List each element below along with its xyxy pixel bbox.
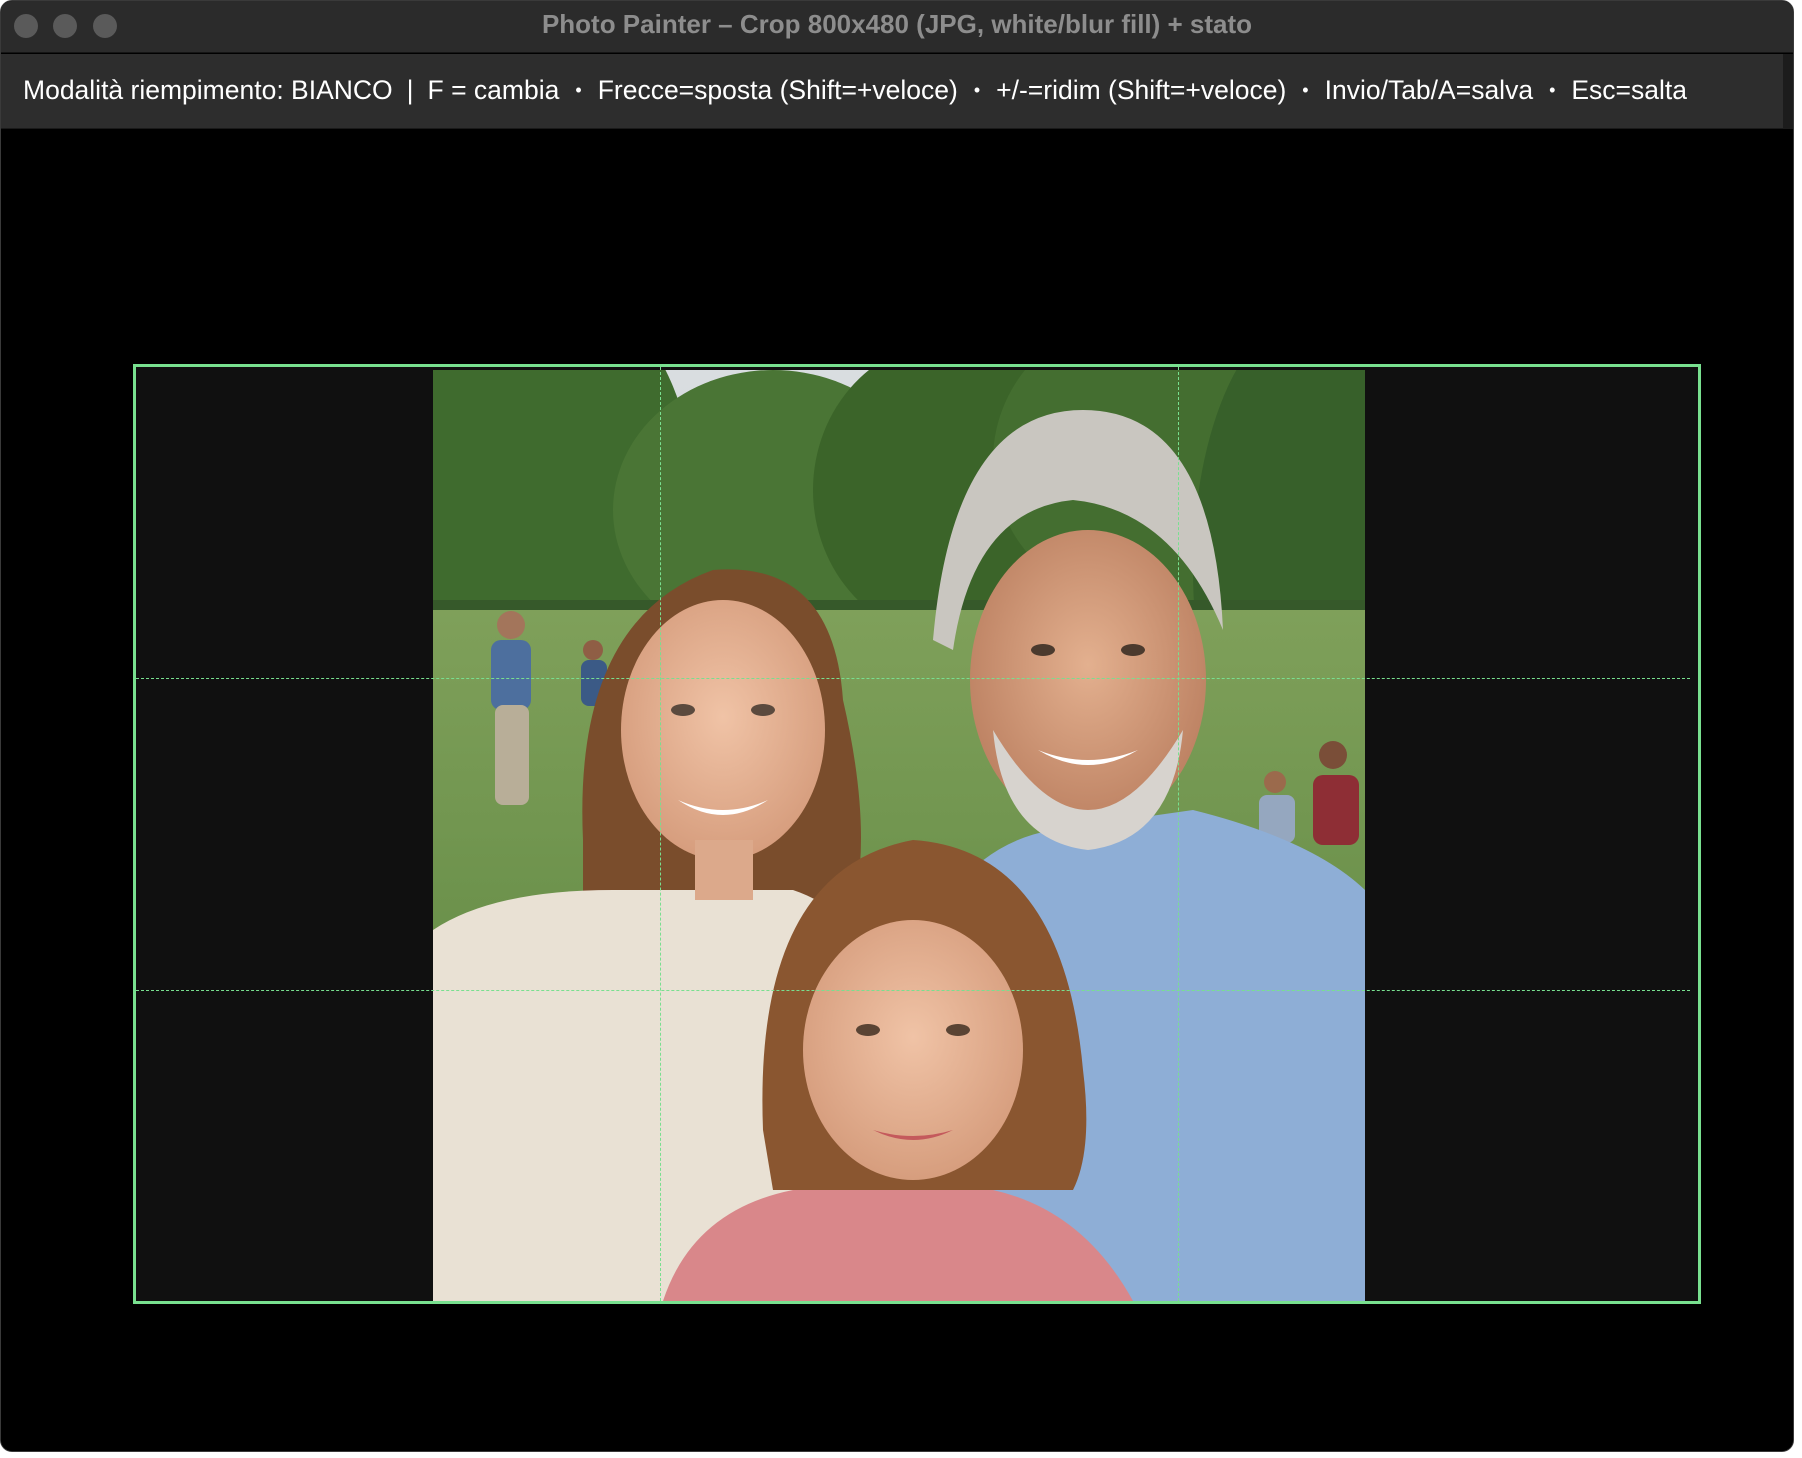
thirds-guide-horizontal-1 <box>136 678 1690 679</box>
bullet-separator: • <box>575 80 582 100</box>
photo-preview <box>433 370 1365 1301</box>
thirds-guide-horizontal-2 <box>136 990 1690 991</box>
thirds-guide-vertical-1 <box>660 367 661 1301</box>
crop-canvas[interactable] <box>1 129 1793 1451</box>
bullet-separator: • <box>973 80 981 100</box>
status-separator: | <box>406 75 414 105</box>
hint-save: Invio/Tab/A=salva <box>1324 75 1534 105</box>
app-window: Photo Painter – Crop 800x480 (JPG, white… <box>0 0 1794 1452</box>
hint-resize: +/-=ridim (Shift=+veloce) <box>996 75 1287 105</box>
thirds-guide-vertical-2 <box>1178 367 1179 1301</box>
status-bar: Modalità riempimento: BIANCO | F = cambia •… <box>1 54 1783 129</box>
fill-mode-label: Modalità riempimento: BIANCO <box>23 75 393 105</box>
hint-fill-toggle: F = cambia <box>427 75 560 105</box>
bullet-separator: • <box>1549 80 1556 100</box>
status-scroll-edge <box>1783 54 1793 129</box>
hint-skip: Esc=salta <box>1571 75 1688 105</box>
hint-move: Frecce=sposta (Shift=+veloce) <box>597 75 958 105</box>
family-photo-image <box>433 370 1365 1301</box>
window-title: Photo Painter – Crop 800x480 (JPG, white… <box>541 9 1253 39</box>
title-bar[interactable]: Photo Painter – Crop 800x480 (JPG, white… <box>1 1 1793 53</box>
crop-frame[interactable] <box>133 364 1701 1304</box>
bullet-separator: • <box>1302 80 1309 100</box>
